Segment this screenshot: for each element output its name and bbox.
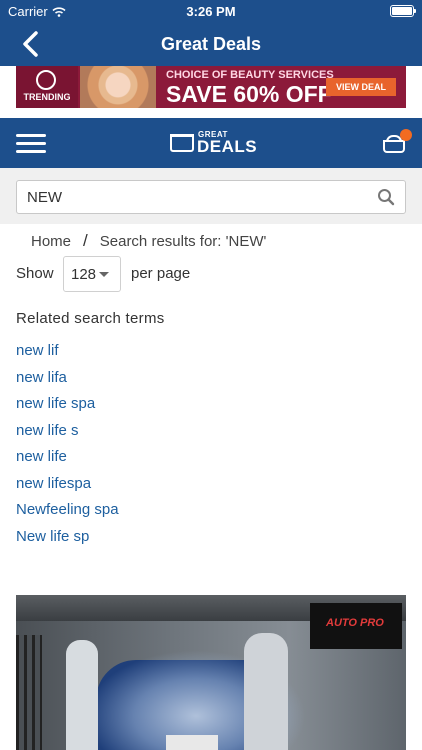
image-worker bbox=[244, 633, 288, 750]
logo-big-text: DEALS bbox=[197, 137, 258, 156]
search-box bbox=[16, 180, 406, 214]
promo-image bbox=[80, 66, 156, 108]
breadcrumb-home[interactable]: Home bbox=[31, 233, 71, 250]
related-term-link[interactable]: new life bbox=[16, 448, 119, 475]
promo-offer: SAVE 60% OFF bbox=[166, 81, 332, 107]
nav-bar: Great Deals bbox=[0, 22, 422, 66]
breadcrumb-current: Search results for: 'NEW' bbox=[99, 232, 267, 250]
related-list: new lif new lifa new life spa new life s… bbox=[16, 342, 119, 554]
search-input[interactable] bbox=[27, 181, 367, 213]
trending-badge: TRENDING bbox=[16, 66, 78, 108]
cart-icon bbox=[383, 140, 405, 153]
chevron-down-icon bbox=[99, 272, 109, 277]
page-title: Great Deals bbox=[160, 34, 262, 54]
image-plate bbox=[166, 735, 218, 750]
status-time: 3:26 PM bbox=[186, 4, 236, 19]
sign-brand-text: AUTO PRO bbox=[326, 617, 384, 629]
promo-banner[interactable]: TRENDING CHOICE OF BEAUTY SERVICES SAVE … bbox=[16, 66, 406, 108]
cart-badge bbox=[400, 129, 412, 141]
breadcrumb: Home / Search results for: 'NEW' bbox=[31, 231, 266, 251]
brand-logo[interactable]: GREAT DEALS bbox=[170, 130, 258, 158]
cart-button[interactable] bbox=[382, 129, 412, 156]
related-term-link[interactable]: new life spa bbox=[16, 395, 119, 422]
hamburger-menu-icon bbox=[16, 134, 46, 137]
related-term-link[interactable]: Newfeeling spa bbox=[16, 501, 119, 528]
related-title: Related search terms bbox=[16, 310, 165, 327]
related-term-link[interactable]: New life sp bbox=[16, 528, 119, 555]
trending-label: TRENDING bbox=[23, 92, 71, 102]
trending-icon bbox=[36, 70, 56, 90]
hamburger-menu-icon bbox=[16, 150, 46, 153]
per-page-value: 128 bbox=[71, 266, 97, 283]
hamburger-menu-icon bbox=[16, 142, 46, 145]
app-header: GREAT DEALS bbox=[0, 118, 422, 168]
image-worker bbox=[66, 640, 98, 750]
related-term-link[interactable]: new lifespa bbox=[16, 475, 119, 502]
breadcrumb-separator: / bbox=[83, 231, 88, 250]
battery-icon bbox=[390, 5, 416, 17]
status-bar: Carrier 3:26 PM bbox=[0, 0, 422, 22]
product-image[interactable]: AUTO PRO bbox=[16, 595, 406, 750]
menu-button[interactable] bbox=[16, 134, 46, 154]
per-page-select[interactable]: 128 bbox=[63, 256, 121, 292]
related-term-link[interactable]: new lif bbox=[16, 342, 119, 369]
image-fence bbox=[16, 635, 42, 750]
related-term-link[interactable]: new lifa bbox=[16, 369, 119, 396]
related-term-link[interactable]: new life s bbox=[16, 422, 119, 449]
image-sign: AUTO PRO bbox=[310, 603, 402, 649]
logo-cart-icon bbox=[170, 134, 194, 152]
per-page-label: per page bbox=[131, 265, 191, 282]
view-deal-button[interactable]: VIEW DEAL bbox=[326, 78, 396, 96]
search-section bbox=[0, 168, 422, 224]
show-label: Show bbox=[16, 265, 54, 282]
promo-headline: CHOICE OF BEAUTY SERVICES bbox=[166, 69, 334, 81]
search-icon[interactable] bbox=[377, 188, 395, 206]
